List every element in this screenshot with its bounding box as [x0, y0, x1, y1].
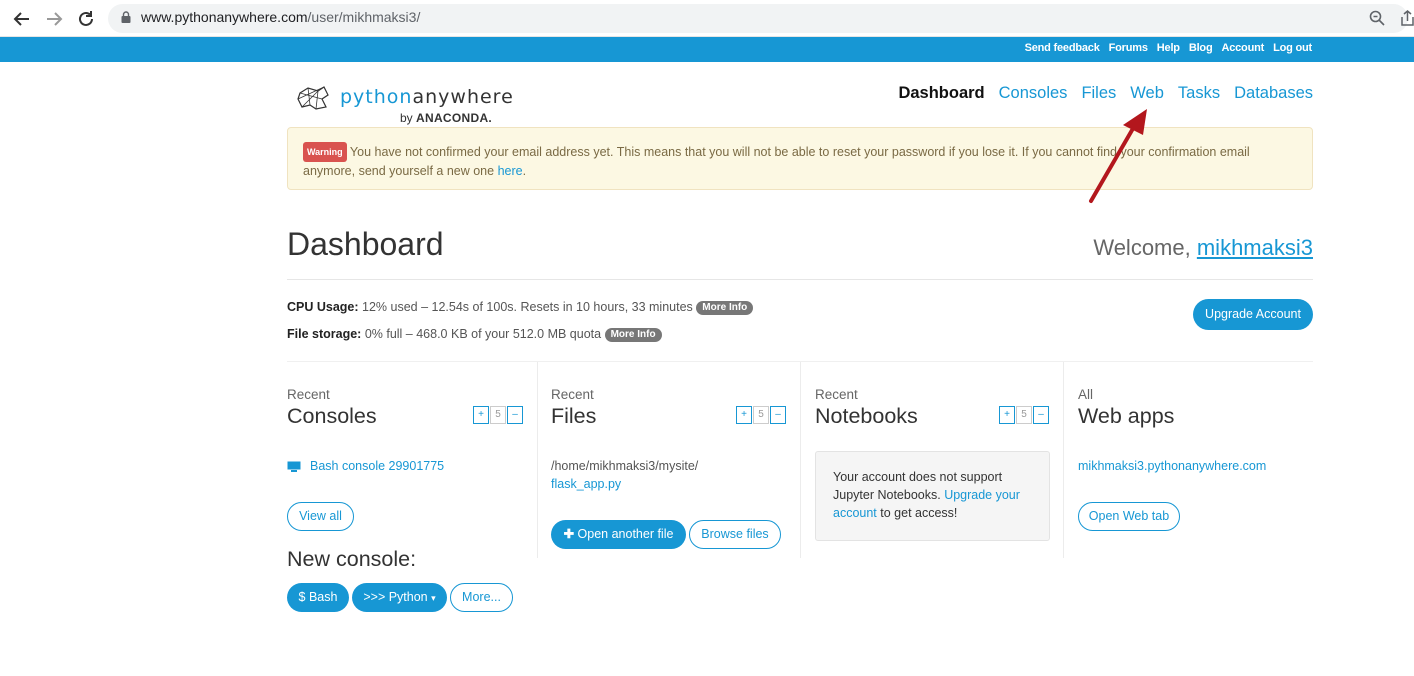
column-divider: [537, 362, 538, 558]
logo-byline: by ANACONDA.: [400, 111, 493, 125]
caret-down-icon: ▾: [431, 593, 436, 603]
decrease-button[interactable]: –: [1033, 406, 1049, 424]
nav-tasks[interactable]: Tasks: [1178, 84, 1220, 103]
count-value: 5: [1016, 406, 1032, 424]
column-divider: [800, 362, 801, 558]
increase-button[interactable]: +: [736, 406, 752, 424]
consoles-count-stepper: + 5 –: [473, 406, 524, 424]
new-python-console-button[interactable]: >>> Python ▾: [352, 583, 447, 612]
reload-icon[interactable]: [75, 8, 97, 30]
files-count-stepper: + 5 –: [736, 406, 787, 424]
consoles-subtitle: Recent: [287, 387, 330, 402]
nav-files[interactable]: Files: [1081, 84, 1116, 103]
forward-arrow-icon[interactable]: [43, 8, 65, 30]
new-console-title: New console:: [287, 547, 417, 571]
welcome-message: Welcome, mikhmaksi3: [1093, 235, 1313, 260]
page-title: Dashboard: [287, 226, 444, 262]
warning-badge: Warning: [303, 142, 347, 162]
plus-icon: ✚: [563, 527, 575, 541]
resend-email-link[interactable]: here: [498, 164, 523, 178]
pythonanywhere-logo-icon[interactable]: [296, 85, 332, 113]
logo-text[interactable]: pythonanywhere: [340, 86, 514, 108]
open-web-tab-button[interactable]: Open Web tab: [1078, 502, 1180, 531]
notebooks-title: Notebooks: [815, 404, 918, 428]
consoles-title: Consoles: [287, 404, 377, 428]
notebooks-subtitle: Recent: [815, 387, 858, 402]
file-storage-usage: File storage: 0% full – 468.0 KB of your…: [287, 327, 662, 342]
bash-console-link[interactable]: Bash console 29901775: [310, 459, 444, 473]
column-divider: [1063, 362, 1064, 558]
count-value: 5: [490, 406, 506, 424]
zoom-icon[interactable]: [1369, 10, 1385, 26]
cpu-more-info-button[interactable]: More Info: [696, 301, 754, 315]
share-icon[interactable]: [1401, 10, 1414, 26]
monitor-icon: [287, 461, 301, 472]
webapps-title: Web apps: [1078, 404, 1175, 428]
webapp-link[interactable]: mikhmaksi3.pythonanywhere.com: [1078, 459, 1266, 473]
webapps-subtitle: All: [1078, 387, 1094, 402]
lock-icon[interactable]: [121, 11, 131, 23]
account-link[interactable]: Account: [1221, 42, 1264, 54]
file-path: /home/mikhmaksi3/mysite/: [551, 459, 699, 473]
nav-consoles[interactable]: Consoles: [999, 84, 1068, 103]
flask-app-file-link[interactable]: flask_app.py: [551, 477, 621, 491]
forums-link[interactable]: Forums: [1109, 42, 1148, 54]
open-another-file-button[interactable]: ✚ Open another file: [551, 520, 686, 549]
upgrade-account-button[interactable]: Upgrade Account: [1193, 299, 1313, 330]
notebooks-count-stepper: + 5 –: [999, 406, 1050, 424]
help-link[interactable]: Help: [1157, 42, 1180, 54]
back-arrow-icon[interactable]: [11, 8, 33, 30]
nav-databases[interactable]: Databases: [1234, 84, 1313, 103]
browse-files-button[interactable]: Browse files: [689, 520, 781, 549]
more-consoles-button[interactable]: More...: [450, 583, 513, 612]
url-text[interactable]: www.pythonanywhere.com/user/mikhmaksi3/: [141, 9, 420, 25]
decrease-button[interactable]: –: [770, 406, 786, 424]
top-links: Send feedback Forums Help Blog Account L…: [1025, 42, 1313, 54]
new-bash-console-button[interactable]: $ Bash: [287, 583, 349, 612]
nav-dashboard[interactable]: Dashboard: [898, 84, 984, 103]
divider: [287, 279, 1313, 280]
nav-web[interactable]: Web: [1130, 84, 1164, 103]
decrease-button[interactable]: –: [507, 406, 523, 424]
files-subtitle: Recent: [551, 387, 594, 402]
increase-button[interactable]: +: [473, 406, 489, 424]
blog-link[interactable]: Blog: [1189, 42, 1213, 54]
username-link[interactable]: mikhmaksi3: [1197, 235, 1313, 260]
red-arrow-annotation: [1089, 109, 1147, 203]
count-value: 5: [753, 406, 769, 424]
storage-more-info-button[interactable]: More Info: [604, 328, 662, 342]
email-warning-alert: Warning You have not confirmed your emai…: [287, 127, 1313, 190]
send-feedback-link[interactable]: Send feedback: [1025, 42, 1100, 54]
main-nav: Dashboard Consoles Files Web Tasks Datab…: [898, 84, 1313, 103]
cpu-usage: CPU Usage: 12% used – 12.54s of 100s. Re…: [287, 300, 754, 315]
increase-button[interactable]: +: [999, 406, 1015, 424]
files-title: Files: [551, 404, 597, 428]
view-all-button[interactable]: View all: [287, 502, 354, 531]
notebook-unsupported-notice: Your account does not support Jupyter No…: [815, 451, 1050, 541]
logout-link[interactable]: Log out: [1273, 42, 1312, 54]
